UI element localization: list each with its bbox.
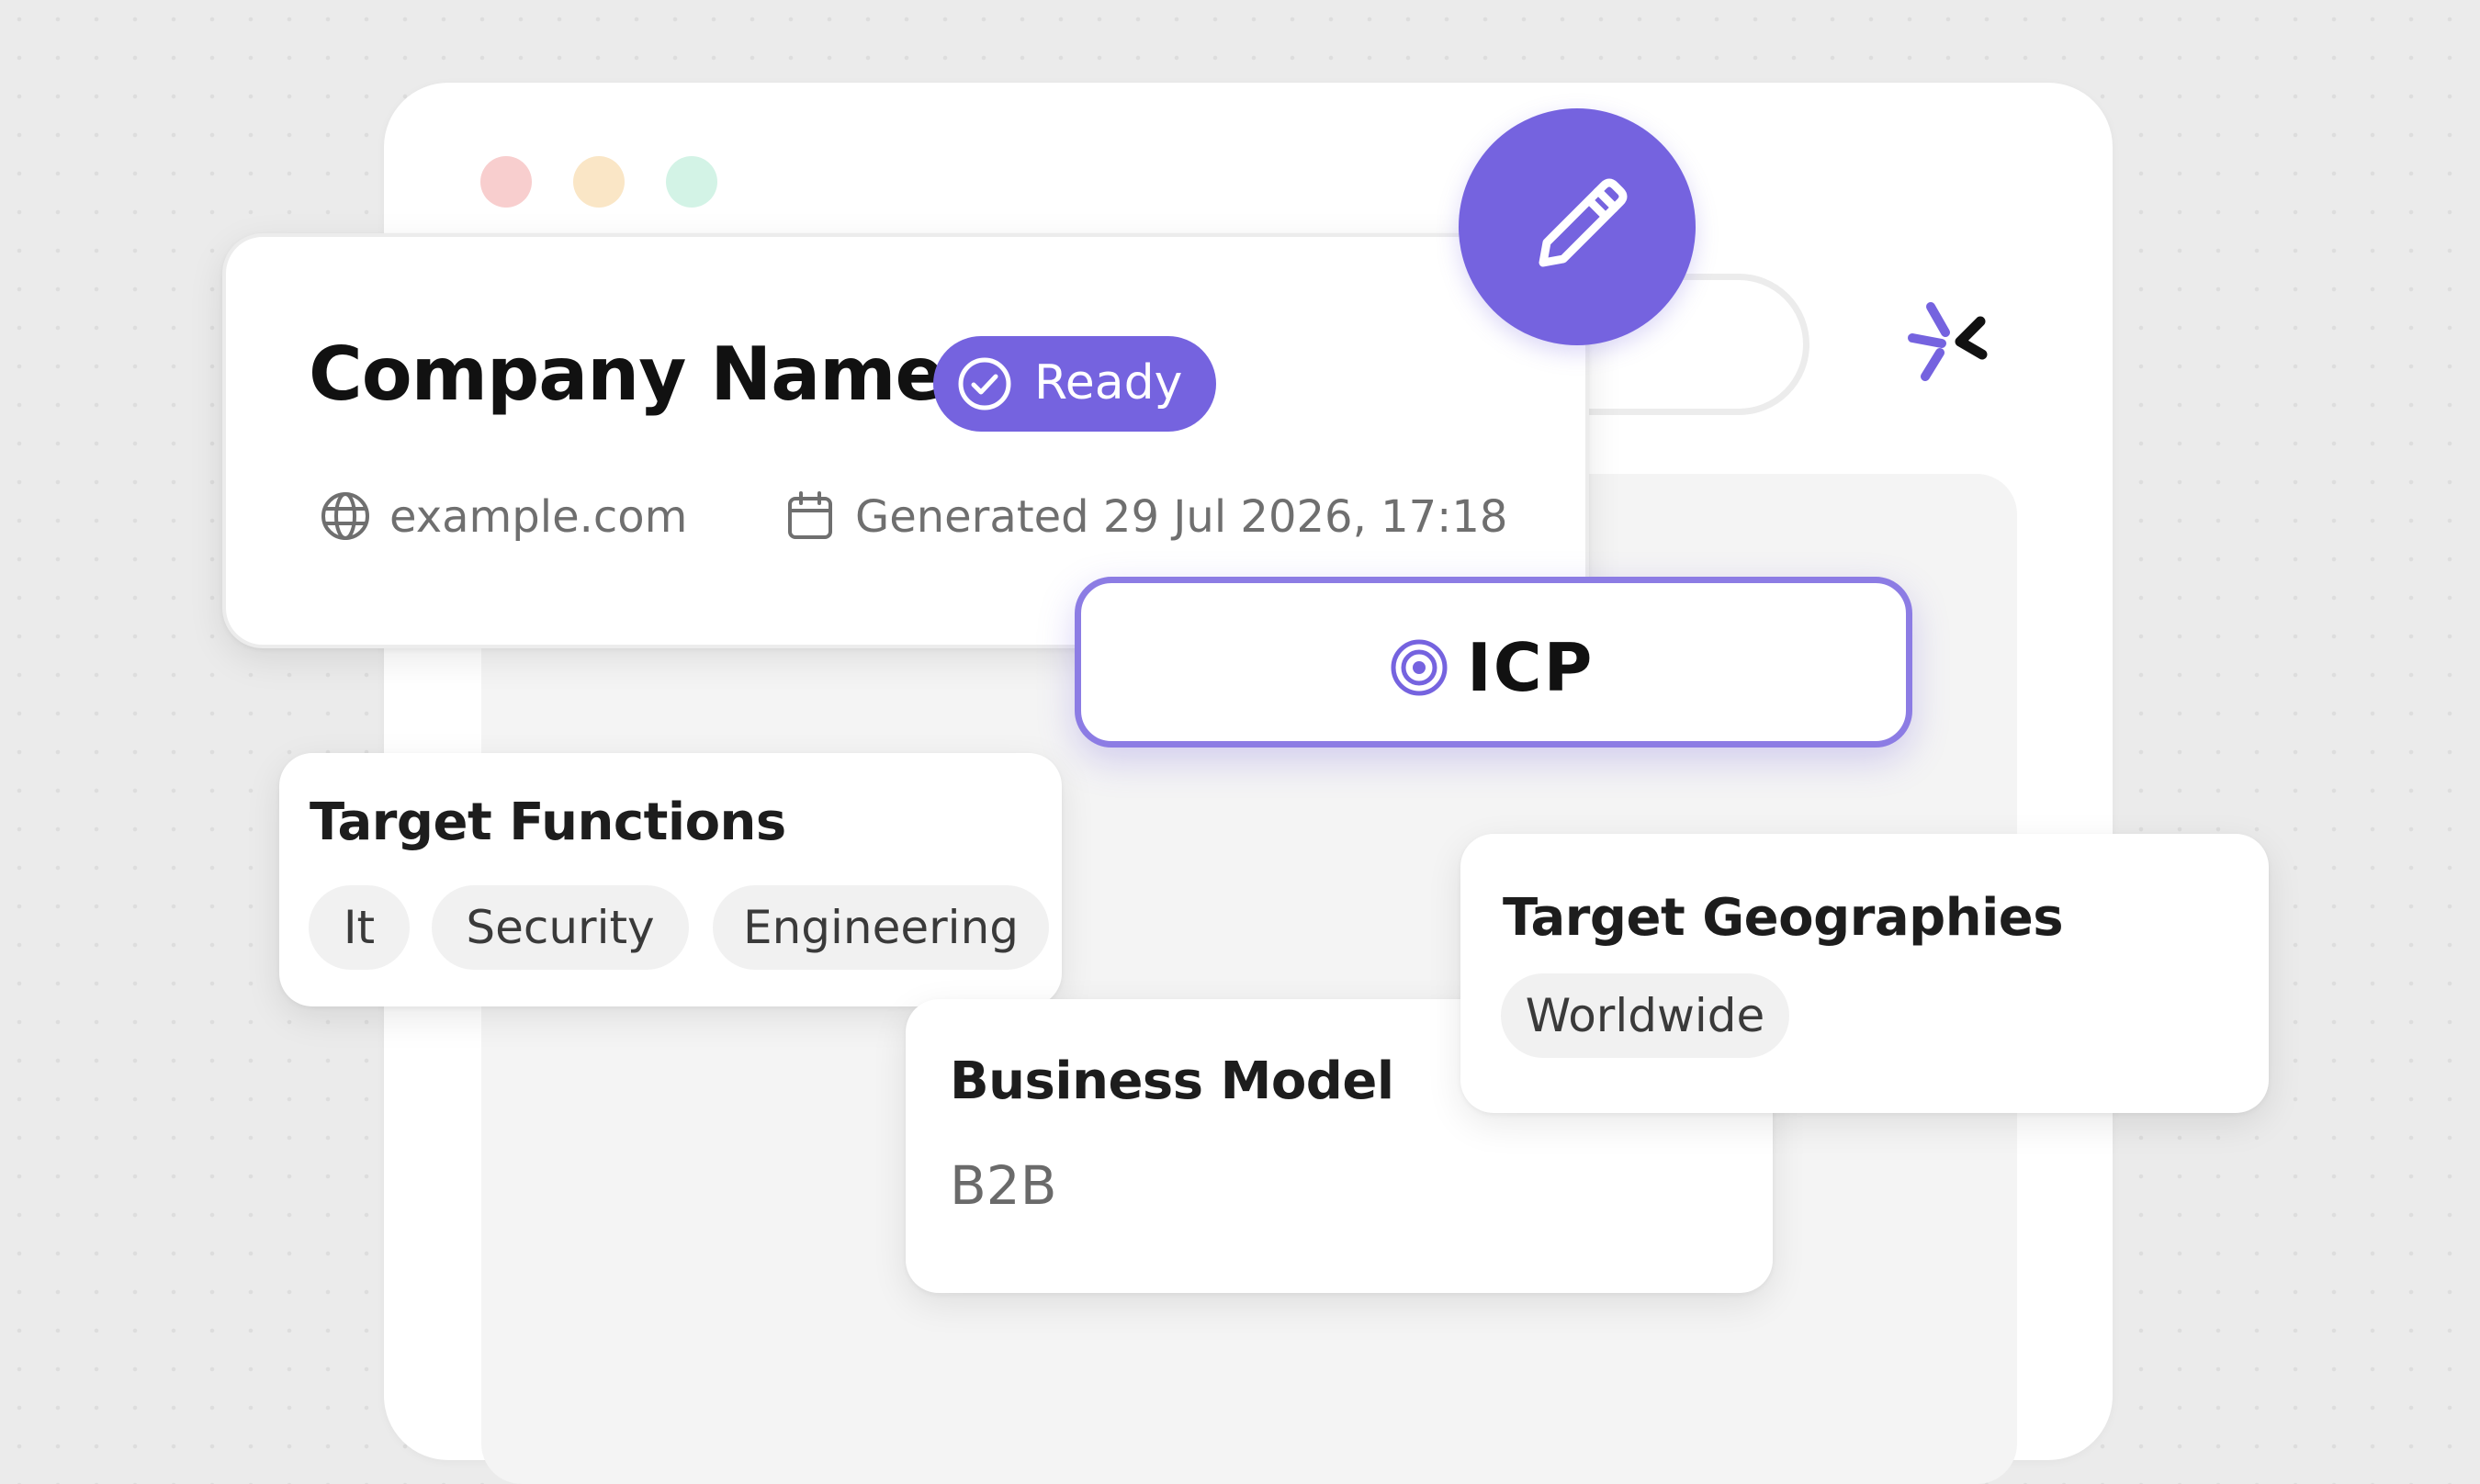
function-chip: Security [432, 885, 689, 970]
check-circle-icon [958, 357, 1011, 410]
tab-icp[interactable]: ICP [1075, 577, 1912, 748]
business-model-value: B2B [950, 1154, 1057, 1217]
window-maximize-button[interactable] [666, 156, 717, 208]
status-badge: Ready [933, 336, 1216, 432]
window-minimize-button[interactable] [573, 156, 625, 208]
status-badge-label: Ready [1034, 355, 1183, 410]
window-close-button[interactable] [480, 156, 532, 208]
target-functions-title: Target Functions [310, 793, 786, 852]
brand-logo-icon [1903, 296, 1995, 388]
company-name: Company Name [309, 332, 945, 417]
target-icon [1391, 639, 1448, 696]
calendar-icon [788, 491, 832, 539]
pencil-icon [1539, 178, 1628, 267]
globe-icon [321, 492, 369, 540]
target-geographies-title: Target Geographies [1503, 888, 2064, 948]
website-link[interactable]: example.com [389, 495, 687, 539]
business-model-title: Business Model [950, 1051, 1394, 1111]
edit-button[interactable] [1459, 108, 1696, 345]
function-chip: It [309, 885, 410, 970]
generated-timestamp: Generated 29 Jul 2026, 17:18 [855, 491, 1508, 543]
geography-chip: Worldwide [1501, 973, 1789, 1058]
function-chip: Engineering [713, 885, 1049, 970]
tab-icp-label: ICP [1467, 629, 1595, 706]
